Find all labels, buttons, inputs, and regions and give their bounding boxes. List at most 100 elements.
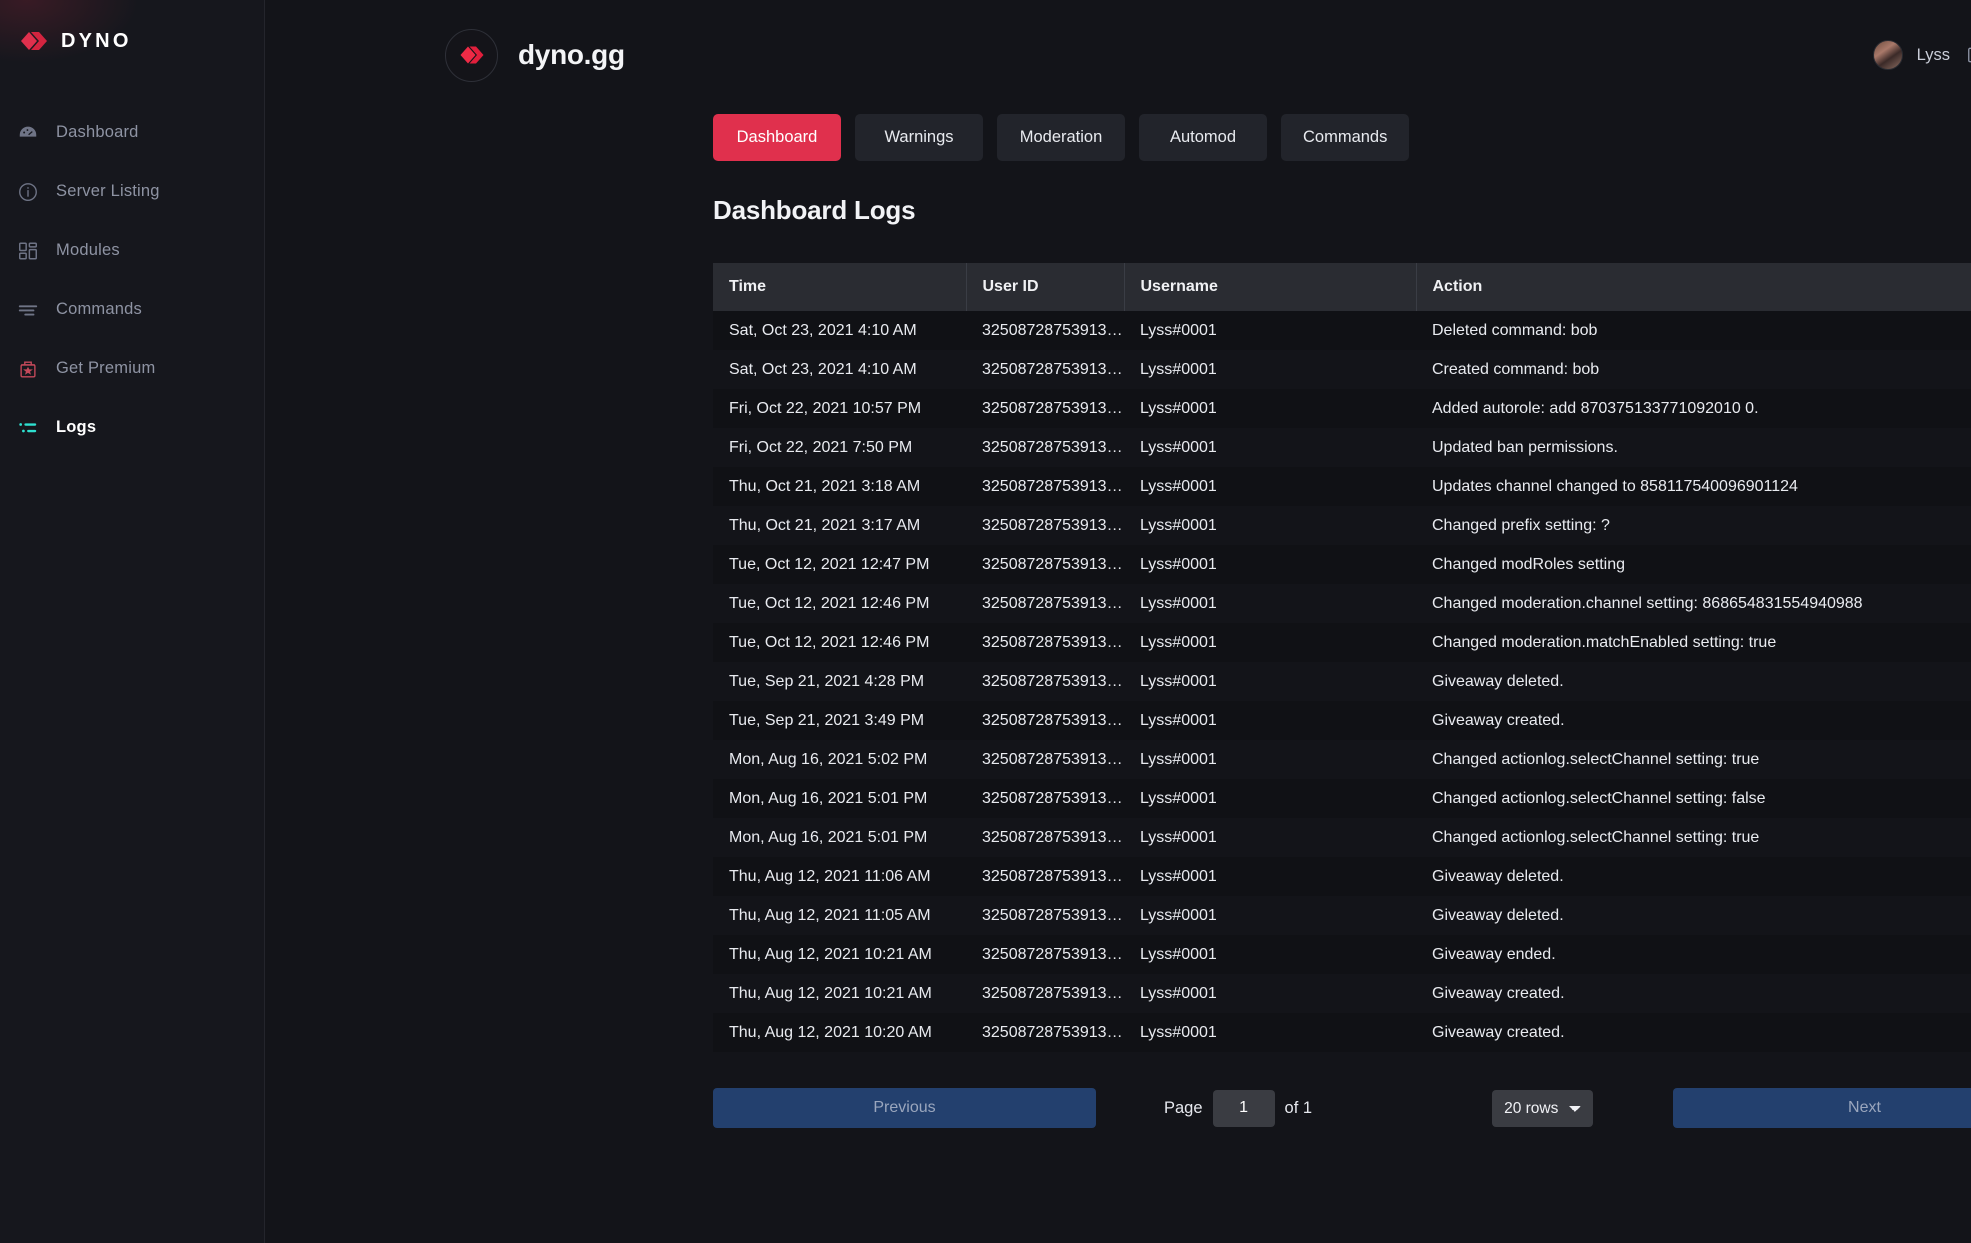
cell-time: Fri, Oct 22, 2021 7:50 PM — [713, 428, 966, 467]
cell-user-id: 325087287539138560 — [966, 311, 1124, 350]
cell-action: Giveaway deleted. — [1416, 662, 1971, 701]
user-menu[interactable]: Lyss — [1872, 40, 1971, 70]
log-list-icon — [16, 416, 40, 440]
table-row[interactable]: Fri, Oct 22, 2021 10:57 PM 32508728753913… — [713, 389, 1971, 428]
table-row[interactable]: Thu, Aug 12, 2021 11:06 AM 32508728753913… — [713, 857, 1971, 896]
sidebar-nav: Dashboard Server Listing Modules Command… — [0, 103, 264, 457]
sidebar-item-label: Server Listing — [56, 182, 160, 200]
cell-username: Lyss#0001 — [1124, 779, 1416, 818]
rows-per-page-select[interactable]: 20 rows — [1492, 1089, 1594, 1127]
tab-automod[interactable]: Automod — [1139, 114, 1267, 161]
cell-time: Tue, Oct 12, 2021 12:46 PM — [713, 584, 966, 623]
table-row[interactable]: Fri, Oct 22, 2021 7:50 PM 325087287539138… — [713, 428, 1971, 467]
table-row[interactable]: Tue, Oct 12, 2021 12:46 PM 32508728753913… — [713, 623, 1971, 662]
cell-user-id: 325087287539138560 — [966, 896, 1124, 935]
table-row[interactable]: Thu, Aug 12, 2021 10:20 AM 32508728753913… — [713, 1013, 1971, 1052]
server-identity: dyno.gg — [445, 28, 625, 82]
table-header-row: Time User ID Username Action — [713, 263, 1971, 311]
tab-commands[interactable]: Commands — [1281, 114, 1410, 161]
cell-username: Lyss#0001 — [1124, 857, 1416, 896]
cell-time: Mon, Aug 16, 2021 5:01 PM — [713, 779, 966, 818]
column-header-user-id[interactable]: User ID — [966, 263, 1125, 311]
table-row[interactable]: Sat, Oct 23, 2021 4:10 AM 325087287539138… — [713, 350, 1971, 389]
cell-action: Created command: bob — [1416, 350, 1971, 389]
brand[interactable]: DYNO — [0, 0, 264, 60]
sidebar-item-label: Modules — [56, 241, 120, 259]
table-row[interactable]: Sat, Oct 23, 2021 4:10 AM 325087287539138… — [713, 311, 1971, 350]
cell-time: Tue, Sep 21, 2021 3:49 PM — [713, 701, 966, 740]
column-header-username[interactable]: Username — [1124, 263, 1417, 311]
logout-icon[interactable] — [1964, 44, 1971, 66]
cell-username: Lyss#0001 — [1124, 584, 1416, 623]
cell-user-id: 325087287539138560 — [966, 584, 1124, 623]
cell-time: Thu, Aug 12, 2021 11:06 AM — [713, 857, 966, 896]
cell-action: Giveaway created. — [1416, 1013, 1971, 1052]
page-number-input[interactable] — [1212, 1089, 1275, 1127]
sidebar-item-label: Commands — [56, 300, 142, 318]
topbar: dyno.gg Lyss — [265, 0, 1971, 92]
column-header-time[interactable]: Time — [713, 263, 967, 311]
table-row[interactable]: Tue, Sep 21, 2021 4:28 PM 325087287539138… — [713, 662, 1971, 701]
cell-username: Lyss#0001 — [1124, 896, 1416, 935]
cell-time: Thu, Aug 12, 2021 10:21 AM — [713, 935, 966, 974]
column-header-action[interactable]: Action — [1416, 263, 1971, 311]
page-total-label: of 1 — [1284, 1098, 1313, 1117]
sidebar-item-dashboard[interactable]: Dashboard — [0, 103, 264, 162]
table-row[interactable]: Tue, Sep 21, 2021 3:49 PM 325087287539138… — [713, 701, 1971, 740]
cell-time: Thu, Aug 12, 2021 11:05 AM — [713, 896, 966, 935]
cell-user-id: 325087287539138560 — [966, 701, 1124, 740]
cell-time: Sat, Oct 23, 2021 4:10 AM — [713, 311, 966, 350]
cell-username: Lyss#0001 — [1124, 389, 1416, 428]
cell-username: Lyss#0001 — [1124, 662, 1416, 701]
cell-user-id: 325087287539138560 — [966, 389, 1124, 428]
cell-user-id: 325087287539138560 — [966, 506, 1124, 545]
cell-action: Added autorole: add 870375133771092010 0… — [1416, 389, 1971, 428]
cell-time: Mon, Aug 16, 2021 5:01 PM — [713, 818, 966, 857]
cell-username: Lyss#0001 — [1124, 818, 1416, 857]
cell-action: Giveaway deleted. — [1416, 857, 1971, 896]
next-page-button[interactable]: Next — [1673, 1088, 1971, 1128]
cell-username: Lyss#0001 — [1124, 350, 1416, 389]
sidebar-item-get-premium[interactable]: Get Premium — [0, 339, 264, 398]
cell-user-id: 325087287539138560 — [966, 740, 1124, 779]
table-row[interactable]: Thu, Aug 12, 2021 10:21 AM 32508728753913… — [713, 974, 1971, 1013]
sidebar: DYNO Dashboard Server Listing Modules Co… — [0, 0, 265, 1243]
cell-action: Changed modRoles setting — [1416, 545, 1971, 584]
dyno-diamond-logo-icon — [18, 26, 48, 56]
cell-username: Lyss#0001 — [1124, 428, 1416, 467]
table-row[interactable]: Thu, Oct 21, 2021 3:18 AM 325087287539138… — [713, 467, 1971, 506]
page-title: Dashboard Logs — [713, 195, 916, 225]
user-name: Lyss — [1916, 45, 1950, 64]
table-row[interactable]: Mon, Aug 16, 2021 5:01 PM 325087287539138… — [713, 818, 1971, 857]
sidebar-item-logs[interactable]: Logs — [0, 398, 264, 457]
cell-username: Lyss#0001 — [1124, 545, 1416, 584]
tab-dashboard[interactable]: Dashboard — [713, 114, 841, 161]
table-row[interactable]: Thu, Oct 21, 2021 3:17 AM 325087287539138… — [713, 506, 1971, 545]
tab-warnings[interactable]: Warnings — [855, 114, 983, 161]
gift-icon — [16, 357, 40, 381]
avatar — [1872, 40, 1903, 70]
previous-page-button[interactable]: Previous — [713, 1088, 1096, 1128]
table-row[interactable]: Tue, Oct 12, 2021 12:46 PM 32508728753913… — [713, 584, 1971, 623]
cell-action: Changed actionlog.selectChannel setting:… — [1416, 740, 1971, 779]
cell-user-id: 325087287539138560 — [966, 974, 1124, 1013]
table-row[interactable]: Tue, Oct 12, 2021 12:47 PM 32508728753913… — [713, 545, 1971, 584]
modules-grid-icon — [16, 239, 40, 263]
cell-action: Changed moderation.channel setting: 8686… — [1416, 584, 1971, 623]
cell-user-id: 325087287539138560 — [966, 857, 1124, 896]
sidebar-item-server-listing[interactable]: Server Listing — [0, 162, 264, 221]
cell-action: Changed actionlog.selectChannel setting:… — [1416, 779, 1971, 818]
cell-user-id: 325087287539138560 — [966, 818, 1124, 857]
table-row[interactable]: Mon, Aug 16, 2021 5:01 PM 325087287539138… — [713, 779, 1971, 818]
cell-action: Changed actionlog.selectChannel setting:… — [1416, 818, 1971, 857]
sidebar-item-modules[interactable]: Modules — [0, 221, 264, 280]
cell-username: Lyss#0001 — [1124, 311, 1416, 350]
table-row[interactable]: Thu, Aug 12, 2021 11:05 AM 32508728753913… — [713, 896, 1971, 935]
main-area: dyno.gg Lyss Dashboard Warnings Moderati… — [265, 0, 1971, 1243]
sidebar-item-commands[interactable]: Commands — [0, 280, 264, 339]
tab-moderation[interactable]: Moderation — [997, 114, 1125, 161]
table-row[interactable]: Mon, Aug 16, 2021 5:02 PM 325087287539138… — [713, 740, 1971, 779]
table-row[interactable]: Thu, Aug 12, 2021 10:21 AM 32508728753913… — [713, 935, 1971, 974]
cell-action: Giveaway created. — [1416, 974, 1971, 1013]
cell-action: Changed moderation.matchEnabled setting:… — [1416, 623, 1971, 662]
